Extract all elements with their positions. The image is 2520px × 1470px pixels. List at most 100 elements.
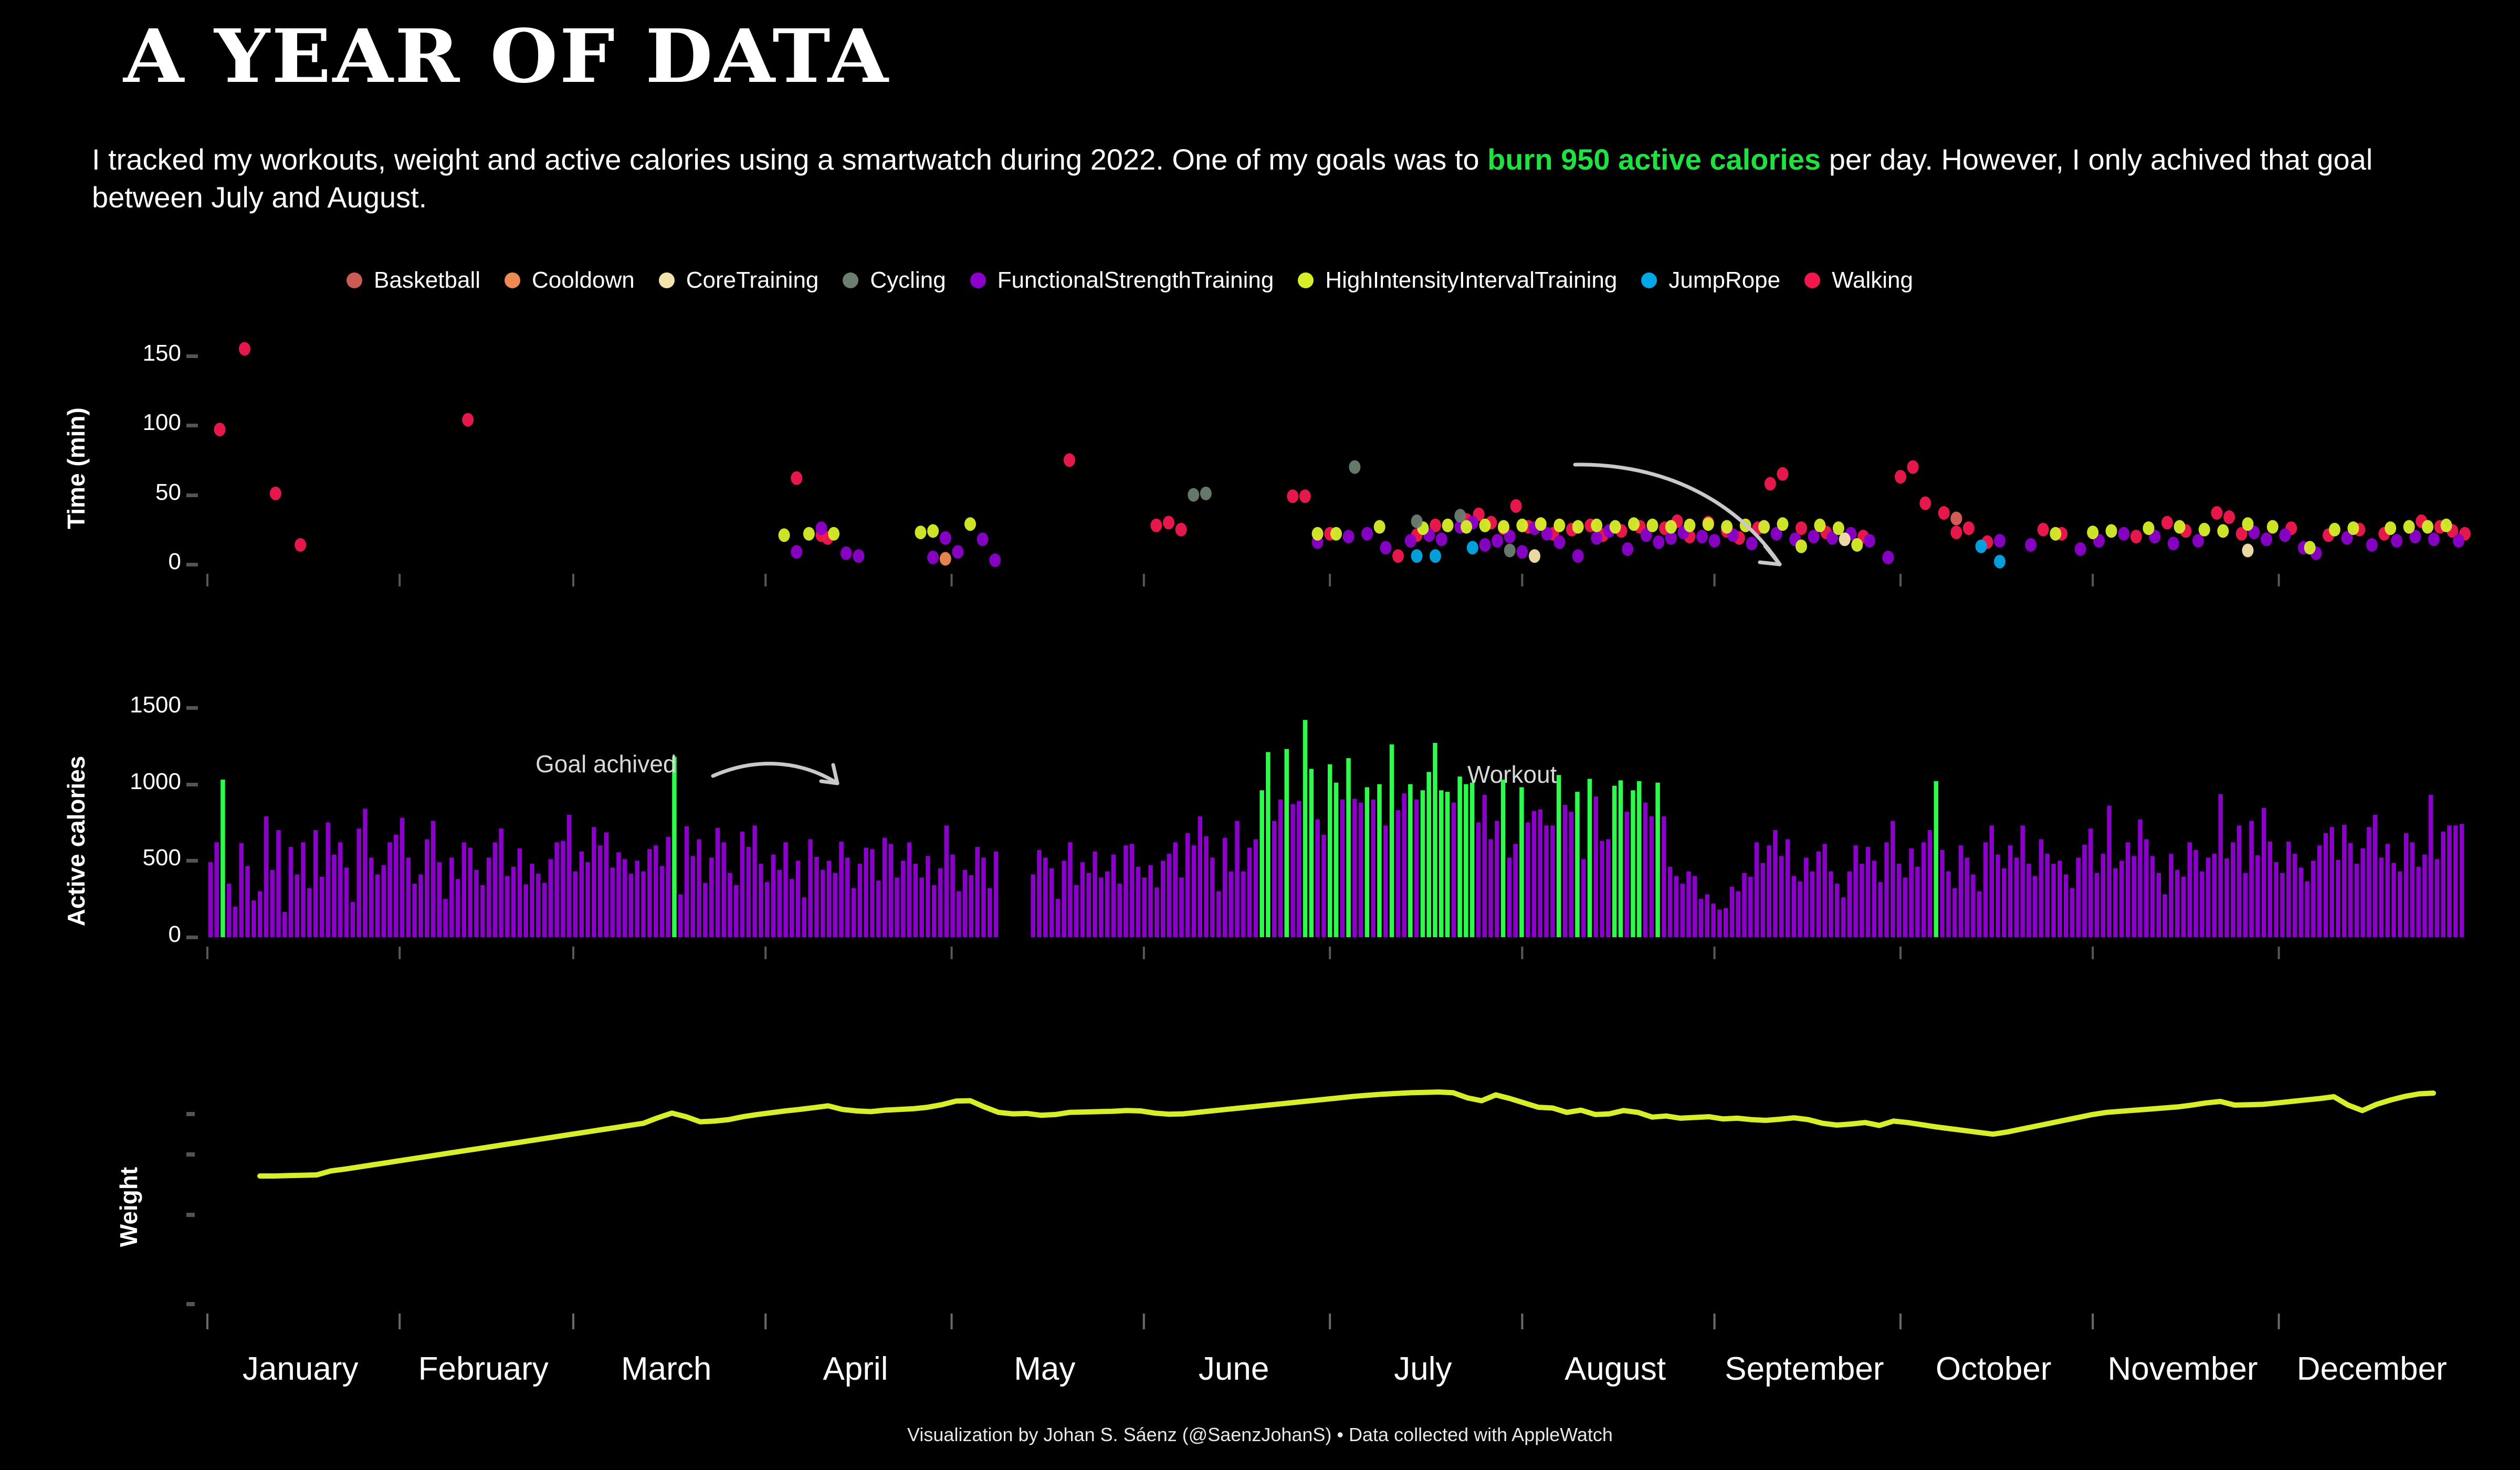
scatter-point [2428, 532, 2440, 547]
calorie-bar [851, 888, 856, 937]
calorie-bar [517, 848, 522, 937]
calorie-bar [993, 851, 999, 937]
calorie-bar [400, 817, 405, 937]
scatter-point [1516, 545, 1528, 559]
legend-item-functionalstrengthtraining[interactable]: FunctionalStrengthTraining [970, 269, 1274, 292]
calorie-bar [1043, 857, 1048, 937]
legend-item-basketball[interactable]: Basketball [346, 269, 480, 292]
calorie-bar [214, 842, 219, 937]
legend-swatch-icon [346, 272, 362, 288]
calorie-bar [208, 862, 213, 937]
scatter-point [2266, 520, 2278, 534]
scatter-point [1553, 518, 1566, 532]
calorie-bar [1500, 779, 1506, 937]
calorie-bar [901, 860, 906, 937]
legend-item-cooldown[interactable]: Cooldown [505, 269, 635, 292]
x-axis-months: January February March April May June July Augu… [0, 1350, 2520, 1398]
y-tick-mark [186, 1213, 195, 1217]
calorie-bar [1729, 886, 1735, 937]
calorie-bar [1408, 784, 1413, 937]
month-label-february: February [418, 1351, 549, 1387]
month-label-april: April [823, 1351, 888, 1387]
calorie-bar [1525, 822, 1530, 937]
calorie-bar [1253, 839, 1258, 937]
calorie-bar [833, 873, 837, 937]
calorie-bar [1804, 857, 1809, 937]
calorie-bar [1791, 876, 1797, 937]
calorie-bar [2039, 839, 2044, 937]
calorie-bar [2125, 842, 2130, 937]
calorie-bar [1946, 871, 1951, 937]
calorie-bar [1600, 841, 1604, 937]
scatter-point [1430, 549, 1441, 563]
calorie-bar [2255, 855, 2260, 937]
calorie-bar [474, 869, 479, 937]
scatter-point [2037, 522, 2049, 537]
calorie-bar [703, 883, 708, 937]
calorie-bar [1426, 772, 1431, 937]
calorie-bar [2088, 828, 2093, 937]
scatter-point [1466, 541, 1478, 555]
calorie-bar [1377, 784, 1382, 937]
calorie-bar [969, 875, 974, 937]
x-tick-mark [1329, 574, 1331, 586]
calorie-bar [2261, 807, 2266, 937]
scatter-point [1535, 517, 1547, 531]
x-tick-mark [1142, 947, 1145, 959]
y-tick-label: 0 [168, 921, 181, 947]
calorie-bar [1080, 862, 1085, 937]
legend-item-cycling[interactable]: Cycling [843, 269, 946, 292]
y-tick-label: 50 [155, 479, 181, 505]
legend-item-jumprope[interactable]: JumpRope [1641, 269, 1780, 292]
calorie-bar [319, 876, 324, 937]
scatter-point [989, 553, 1001, 568]
calorie-bar [1216, 891, 1221, 937]
weight-line [257, 1089, 2436, 1179]
calorie-bar [1445, 792, 1450, 937]
calorie-bar [1705, 894, 1710, 937]
calorie-bar [864, 847, 868, 937]
calorie-bar [1736, 891, 1740, 937]
scatter-point [1950, 526, 1962, 540]
calorie-bar [1451, 802, 1456, 937]
calorie-bar [752, 825, 757, 937]
calorie-bar [1068, 842, 1073, 937]
month-label-july: July [1394, 1351, 1452, 1387]
scatter-point [952, 545, 964, 559]
calorie-bar [1049, 868, 1054, 937]
calorie-bar [2447, 825, 2452, 937]
calorie-bar [1686, 871, 1691, 937]
calorie-bar [1989, 825, 1994, 937]
x-tick-mark [206, 574, 208, 586]
y-tick-mark [186, 1112, 195, 1116]
calorie-bar [1099, 877, 1104, 937]
calorie-bar [1198, 816, 1203, 937]
calorie-bar [461, 842, 467, 937]
scatter-point [803, 527, 815, 541]
calorie-bar [1241, 871, 1246, 937]
calorie-bar [2298, 867, 2304, 937]
calorie-bar [1420, 790, 1425, 937]
scatter-point [927, 524, 939, 538]
calorie-bar [2051, 864, 2056, 937]
x-tick-mark [398, 947, 401, 959]
scatter-point [1392, 549, 1404, 563]
calorie-bar [2224, 858, 2229, 937]
legend-item-label: Walking [1832, 267, 1913, 293]
legend-item-walking[interactable]: Walking [1804, 269, 1913, 292]
calorie-bar [1835, 884, 1840, 937]
calorie-bar [1865, 847, 1871, 937]
legend-item-coretraining[interactable]: CoreTraining [658, 269, 818, 292]
calorie-bar [1055, 899, 1060, 937]
bar-panel-active-calories: Active calories 0 500 1000 1500 Goal achive… [0, 692, 2520, 992]
x-tick-mark [1521, 947, 1524, 959]
x-tick-mark [1899, 1314, 1902, 1329]
calorie-bar [740, 831, 745, 937]
calorie-bar [1965, 857, 1969, 937]
scatter-point [939, 531, 951, 545]
legend-item-highintensityintervaltraining[interactable]: HighIntensityIntervalTraining [1298, 269, 1617, 292]
calorie-bar [1457, 776, 1462, 937]
scatter-point [939, 552, 951, 566]
calorie-bar [1309, 769, 1314, 937]
calorie-bar [697, 839, 701, 937]
